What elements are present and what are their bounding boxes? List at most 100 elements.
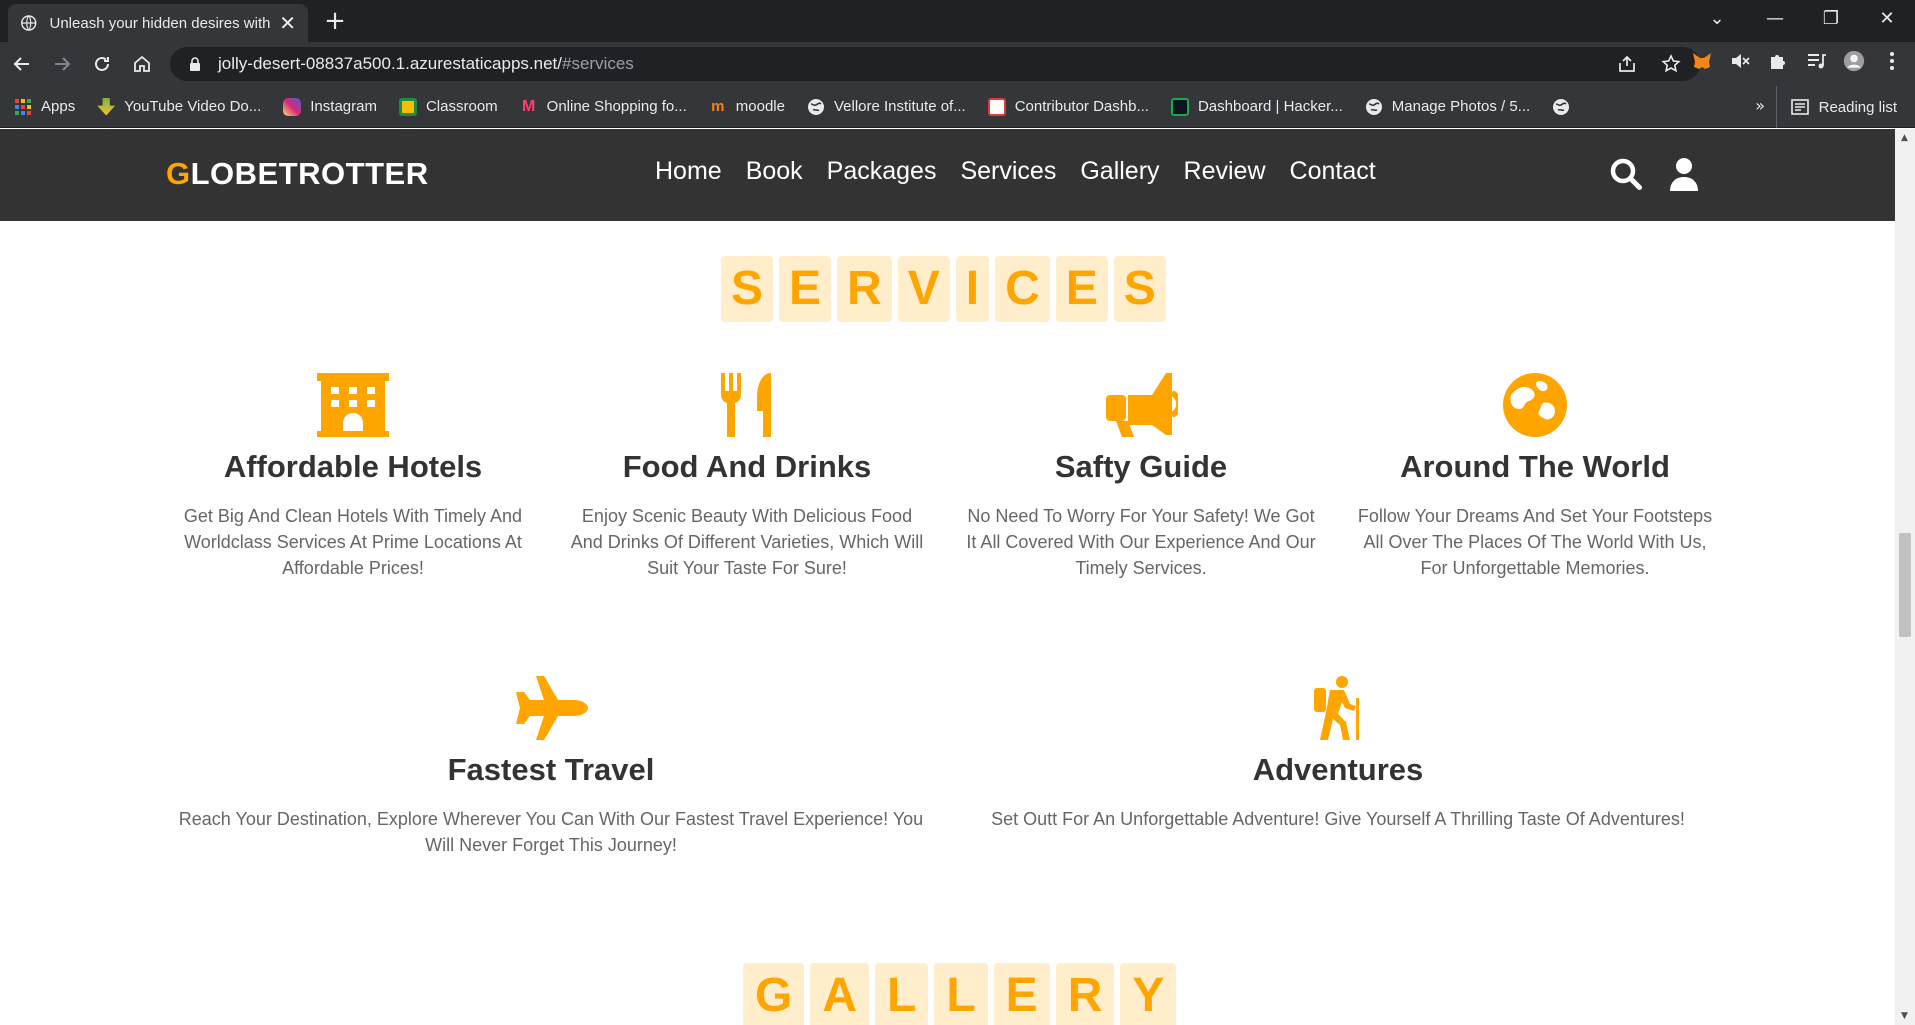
- heading-letter: R: [1055, 963, 1115, 1025]
- bookmark-star-icon[interactable]: [1660, 53, 1682, 75]
- lock-icon: [190, 57, 200, 71]
- instagram-icon: [283, 97, 302, 116]
- bookmark-moodle[interactable]: m moodle: [709, 98, 785, 116]
- bookmarks-bar: Apps YouTube Video Do... Instagram Class…: [0, 86, 1915, 128]
- scroll-up-icon[interactable]: ▲: [1901, 133, 1908, 143]
- home-icon[interactable]: [126, 48, 158, 80]
- airplane-icon: [516, 676, 588, 740]
- service-card-hotels: Affordable Hotels Get Big And Clean Hote…: [173, 373, 533, 581]
- nav-packages[interactable]: Packages: [827, 157, 937, 186]
- heading-letter: E: [993, 963, 1050, 1025]
- metamask-fox-icon[interactable]: [1691, 50, 1713, 72]
- scrollbar-thumb[interactable]: [1899, 533, 1911, 637]
- heading-letter: R: [837, 256, 892, 322]
- heading-letter: L: [934, 963, 988, 1025]
- bookmark-classroom[interactable]: Classroom: [398, 97, 498, 116]
- reading-list-button[interactable]: Reading list: [1775, 86, 1897, 128]
- heading-letter: E: [779, 256, 832, 322]
- bookmark-manage-photos[interactable]: Manage Photos / 5...: [1365, 98, 1530, 116]
- site-logo[interactable]: GLOBETROTTER: [166, 156, 429, 192]
- tab-search-icon[interactable]: ⌄: [1689, 0, 1745, 36]
- heading-letter: Y: [1120, 963, 1177, 1025]
- user-icon[interactable]: [1665, 155, 1703, 193]
- service-description: Get Big And Clean Hotels With Timely And…: [183, 506, 523, 578]
- classroom-icon: [398, 97, 417, 116]
- download-arrow-icon: [97, 97, 116, 116]
- nav-services[interactable]: Services: [960, 157, 1056, 186]
- gallery-heading: G A L L E R Y: [743, 963, 1177, 1025]
- service-description: No Need To Worry For Your Safety! We Got…: [966, 506, 1316, 578]
- service-card-food: Food And Drinks Enjoy Scenic Beauty With…: [567, 373, 927, 581]
- page-viewport: GLOBETROTTER Home Book Packages Services…: [0, 129, 1915, 1025]
- bookmark-apps[interactable]: Apps: [14, 98, 75, 116]
- close-window-icon[interactable]: ✕: [1859, 0, 1915, 36]
- service-card-adventures: Adventures Set Outt For An Unforgettable…: [958, 676, 1718, 832]
- browser-menu-icon[interactable]: [1881, 50, 1903, 72]
- service-card-safety: Safty Guide No Need To Worry For Your Sa…: [961, 373, 1321, 581]
- main-nav: Home Book Packages Services Gallery Revi…: [655, 157, 1376, 186]
- service-description: Set Outt For An Unforgettable Adventure!…: [991, 809, 1685, 829]
- share-icon[interactable]: [1616, 53, 1638, 75]
- mute-icon[interactable]: [1729, 50, 1751, 72]
- heading-letter: I: [955, 256, 990, 322]
- restore-icon[interactable]: ❐: [1803, 0, 1859, 36]
- service-card-world: Around The World Follow Your Dreams And …: [1355, 373, 1715, 581]
- search-icon[interactable]: [1607, 155, 1645, 193]
- more-bookmarks-button[interactable]: »: [1755, 96, 1765, 115]
- bookmark-hackerrank[interactable]: Dashboard | Hacker...: [1170, 97, 1343, 116]
- hotel-icon: [317, 373, 389, 437]
- bookmark-contributor-dashboard[interactable]: Contributor Dashb...: [987, 97, 1149, 116]
- browser-tabstrip: Unleash your hidden desires with ✕ + ⌄ —…: [0, 0, 1915, 42]
- extensions-puzzle-icon[interactable]: [1767, 50, 1789, 72]
- heading-letter: C: [995, 256, 1050, 322]
- utensils-icon: [720, 373, 771, 437]
- bookmark-myntra[interactable]: M Online Shopping fo...: [520, 98, 687, 116]
- profile-avatar-icon[interactable]: [1843, 50, 1865, 72]
- bookmark-globe[interactable]: [1552, 98, 1579, 116]
- bookmark-instagram[interactable]: Instagram: [283, 97, 377, 116]
- nav-review[interactable]: Review: [1184, 157, 1266, 186]
- service-title: Adventures: [1252, 752, 1424, 787]
- bookmark-vit[interactable]: Vellore Institute of...: [807, 98, 966, 116]
- globe-icon: [21, 15, 37, 31]
- new-tab-button[interactable]: +: [320, 6, 350, 36]
- browser-tab[interactable]: Unleash your hidden desires with ✕: [8, 4, 308, 42]
- site-header: GLOBETROTTER Home Book Packages Services…: [0, 129, 1895, 221]
- globe-icon: [1503, 373, 1567, 437]
- reload-icon[interactable]: [86, 48, 118, 80]
- heading-letter: A: [810, 963, 870, 1025]
- hiking-icon: [1314, 676, 1359, 740]
- service-title: Affordable Hotels: [223, 449, 483, 484]
- service-title: Fastest Travel: [447, 752, 655, 787]
- close-tab-icon[interactable]: ✕: [279, 11, 296, 35]
- service-card-travel: Fastest Travel Reach Your Destination, E…: [173, 676, 929, 858]
- heading-letter: L: [875, 963, 929, 1025]
- nav-home[interactable]: Home: [655, 157, 722, 186]
- page-scrollbar[interactable]: ▲ ▼: [1895, 129, 1915, 1025]
- hackerrank-icon: [1170, 97, 1189, 116]
- back-icon[interactable]: [6, 48, 38, 80]
- forward-icon[interactable]: [46, 48, 78, 80]
- contributor-icon: [987, 97, 1006, 116]
- nav-gallery[interactable]: Gallery: [1080, 157, 1159, 186]
- globe-icon: [1365, 98, 1382, 115]
- bookmark-youtube-downloader[interactable]: YouTube Video Do...: [97, 97, 261, 116]
- url-text: jolly-desert-08837a500.1.azurestaticapps…: [218, 54, 634, 73]
- minimize-icon[interactable]: —: [1747, 0, 1803, 36]
- heading-letter: V: [897, 256, 950, 322]
- moodle-icon: m: [711, 97, 725, 115]
- heading-letter: E: [1055, 256, 1108, 322]
- heading-letter: S: [1113, 256, 1166, 322]
- service-title: Food And Drinks: [622, 449, 872, 484]
- nav-book[interactable]: Book: [746, 157, 803, 186]
- reading-list-icon: [1790, 99, 1809, 115]
- services-heading: S E R V I C E S: [721, 256, 1166, 322]
- media-control-icon[interactable]: [1805, 50, 1827, 72]
- service-description: Enjoy Scenic Beauty With Delicious Food …: [570, 506, 924, 578]
- myntra-icon: M: [521, 97, 536, 115]
- scroll-down-icon[interactable]: ▼: [1901, 1011, 1908, 1021]
- nav-contact[interactable]: Contact: [1290, 157, 1376, 186]
- address-bar[interactable]: jolly-desert-08837a500.1.azurestaticapps…: [170, 47, 1700, 81]
- globe-icon: [1553, 98, 1570, 115]
- heading-letter: G: [743, 963, 805, 1025]
